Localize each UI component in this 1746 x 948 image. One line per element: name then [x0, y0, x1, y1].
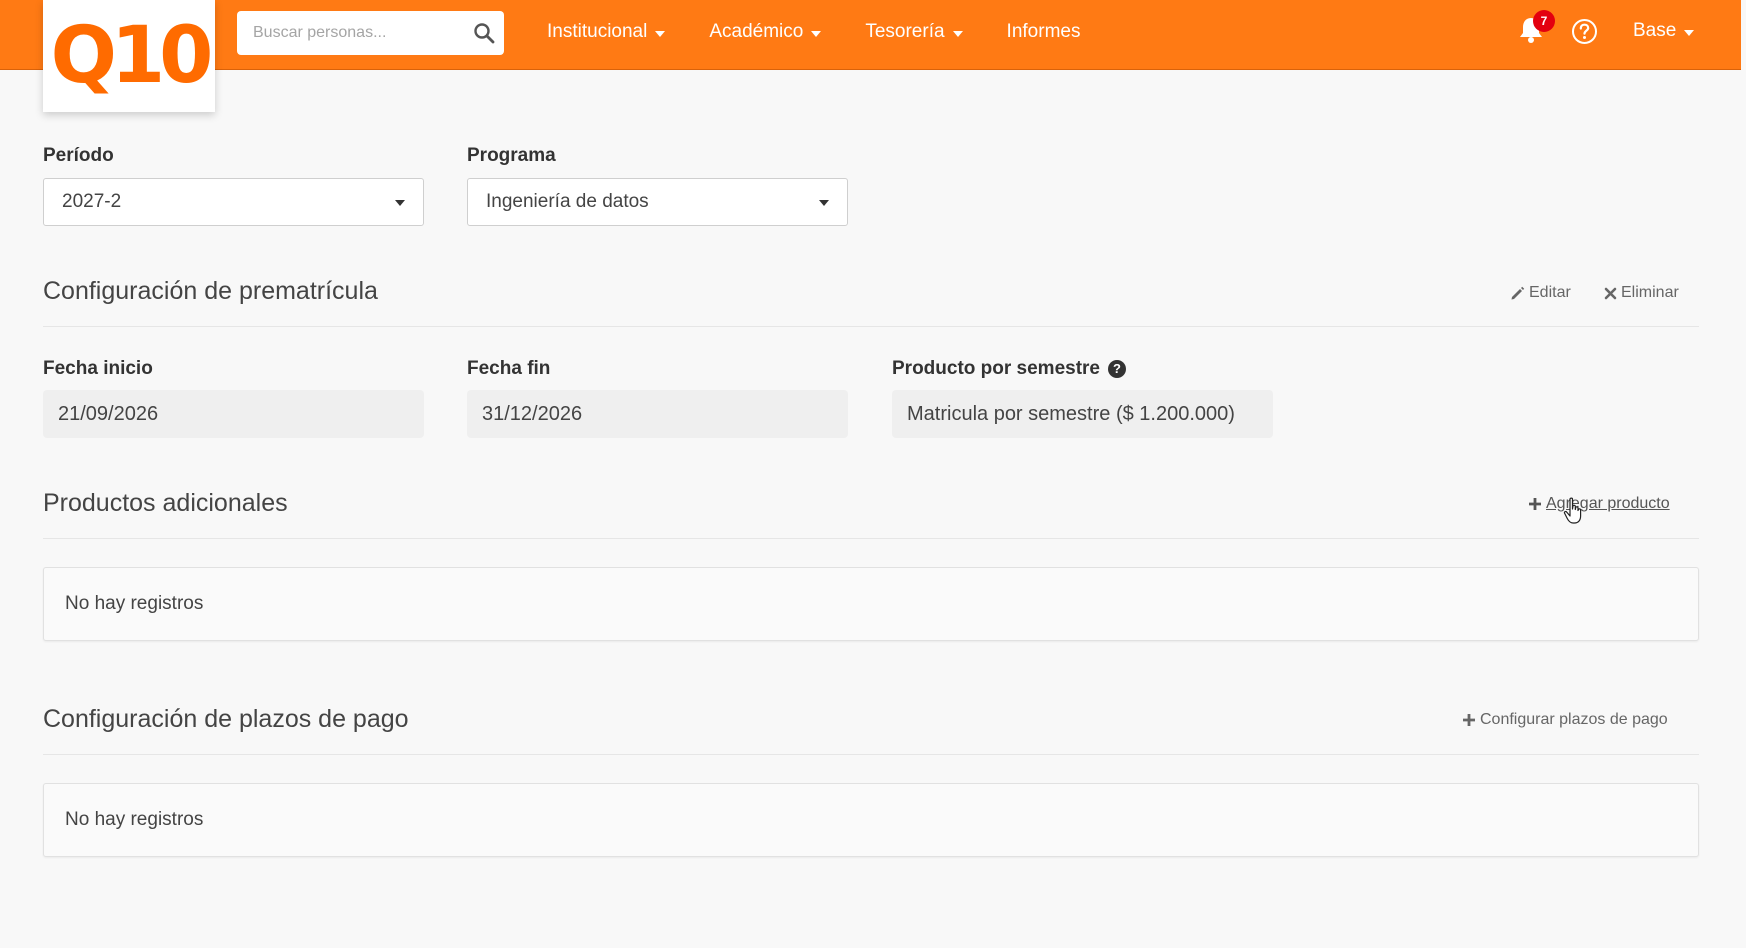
question-icon[interactable]: ?	[1108, 359, 1126, 378]
chevron-down-icon	[655, 30, 666, 37]
producto-value: Matricula por semestre ($ 1.200.000)	[907, 402, 1235, 425]
periodo-value: 2027-2	[62, 191, 122, 212]
fecha-fin-label: Fecha fin	[467, 358, 551, 379]
nav-informes-label: Informes	[1006, 21, 1081, 42]
fecha-inicio-label: Fecha inicio	[43, 358, 153, 379]
search-input[interactable]	[237, 11, 462, 55]
plus-icon	[1463, 714, 1475, 726]
nav-institucional-label: Institucional	[547, 21, 648, 42]
plazos-pago-panel: No hay registros	[43, 783, 1699, 857]
user-menu[interactable]: Base	[1633, 20, 1695, 42]
help-icon[interactable]	[1571, 18, 1598, 45]
chevron-down-icon	[952, 30, 963, 37]
edit-button[interactable]: Editar	[1510, 284, 1571, 302]
producto-label-wrap: Producto por semestre?	[892, 358, 1126, 380]
top-navbar: Institucional Académico Tesorería Inform…	[0, 0, 1741, 70]
producto-label: Producto por semestre	[892, 358, 1100, 379]
search-box	[237, 11, 504, 55]
edit-label: Editar	[1529, 284, 1571, 301]
empty-message: No hay registros	[65, 809, 204, 830]
delete-button[interactable]: Eliminar	[1604, 284, 1679, 302]
nav-academico-label: Académico	[709, 21, 804, 42]
search-icon[interactable]	[473, 22, 495, 44]
configure-plazos-button[interactable]: Configurar plazos de pago	[1462, 711, 1668, 729]
periodo-select[interactable]: 2027-2	[43, 178, 424, 226]
plus-icon	[1529, 498, 1541, 510]
productos-adicionales-panel: No hay registros	[43, 567, 1699, 641]
divider	[43, 326, 1699, 327]
delete-label: Eliminar	[1621, 284, 1679, 301]
productos-adicionales-title: Productos adicionales	[43, 489, 288, 517]
notification-badge: 7	[1533, 10, 1555, 32]
divider	[43, 538, 1699, 539]
close-icon	[1604, 287, 1617, 299]
nav-academico[interactable]: Académico	[709, 21, 822, 43]
chevron-down-icon	[395, 200, 405, 206]
fecha-inicio-value: 21/09/2026	[58, 402, 159, 425]
nav-institucional[interactable]: Institucional	[547, 21, 666, 43]
hand-cursor-icon	[1563, 497, 1582, 524]
plazos-pago-title: Configuración de plazos de pago	[43, 705, 409, 733]
programa-select[interactable]: Ingeniería de datos	[467, 178, 848, 226]
nav-tesoreria-label: Tesorería	[865, 21, 945, 42]
programa-value: Ingeniería de datos	[486, 191, 649, 212]
logo[interactable]: Q10	[43, 0, 215, 112]
nav-informes[interactable]: Informes	[1007, 21, 1081, 43]
divider	[43, 754, 1699, 755]
user-menu-label: Base	[1633, 20, 1677, 41]
add-product-button[interactable]: Agregar producto	[1528, 495, 1670, 513]
chevron-down-icon	[811, 30, 822, 37]
programa-label: Programa	[467, 145, 556, 166]
configure-plazos-label: Configurar plazos de pago	[1480, 711, 1668, 728]
logo-text: Q10	[50, 11, 214, 101]
chevron-down-icon	[1684, 29, 1695, 36]
producto-field: Matricula por semestre ($ 1.200.000)	[892, 390, 1273, 438]
empty-message: No hay registros	[65, 593, 204, 614]
periodo-label: Período	[43, 145, 114, 166]
fecha-fin-field: 31/12/2026	[467, 390, 848, 438]
prematricula-title: Configuración de prematrícula	[43, 277, 378, 305]
fecha-inicio-field: 21/09/2026	[43, 390, 424, 438]
chevron-down-icon	[819, 200, 829, 206]
main-nav: Institucional Académico Tesorería Inform…	[547, 0, 1124, 64]
pencil-icon	[1511, 286, 1525, 299]
nav-tesoreria[interactable]: Tesorería	[865, 21, 963, 43]
fecha-fin-value: 31/12/2026	[482, 402, 583, 425]
